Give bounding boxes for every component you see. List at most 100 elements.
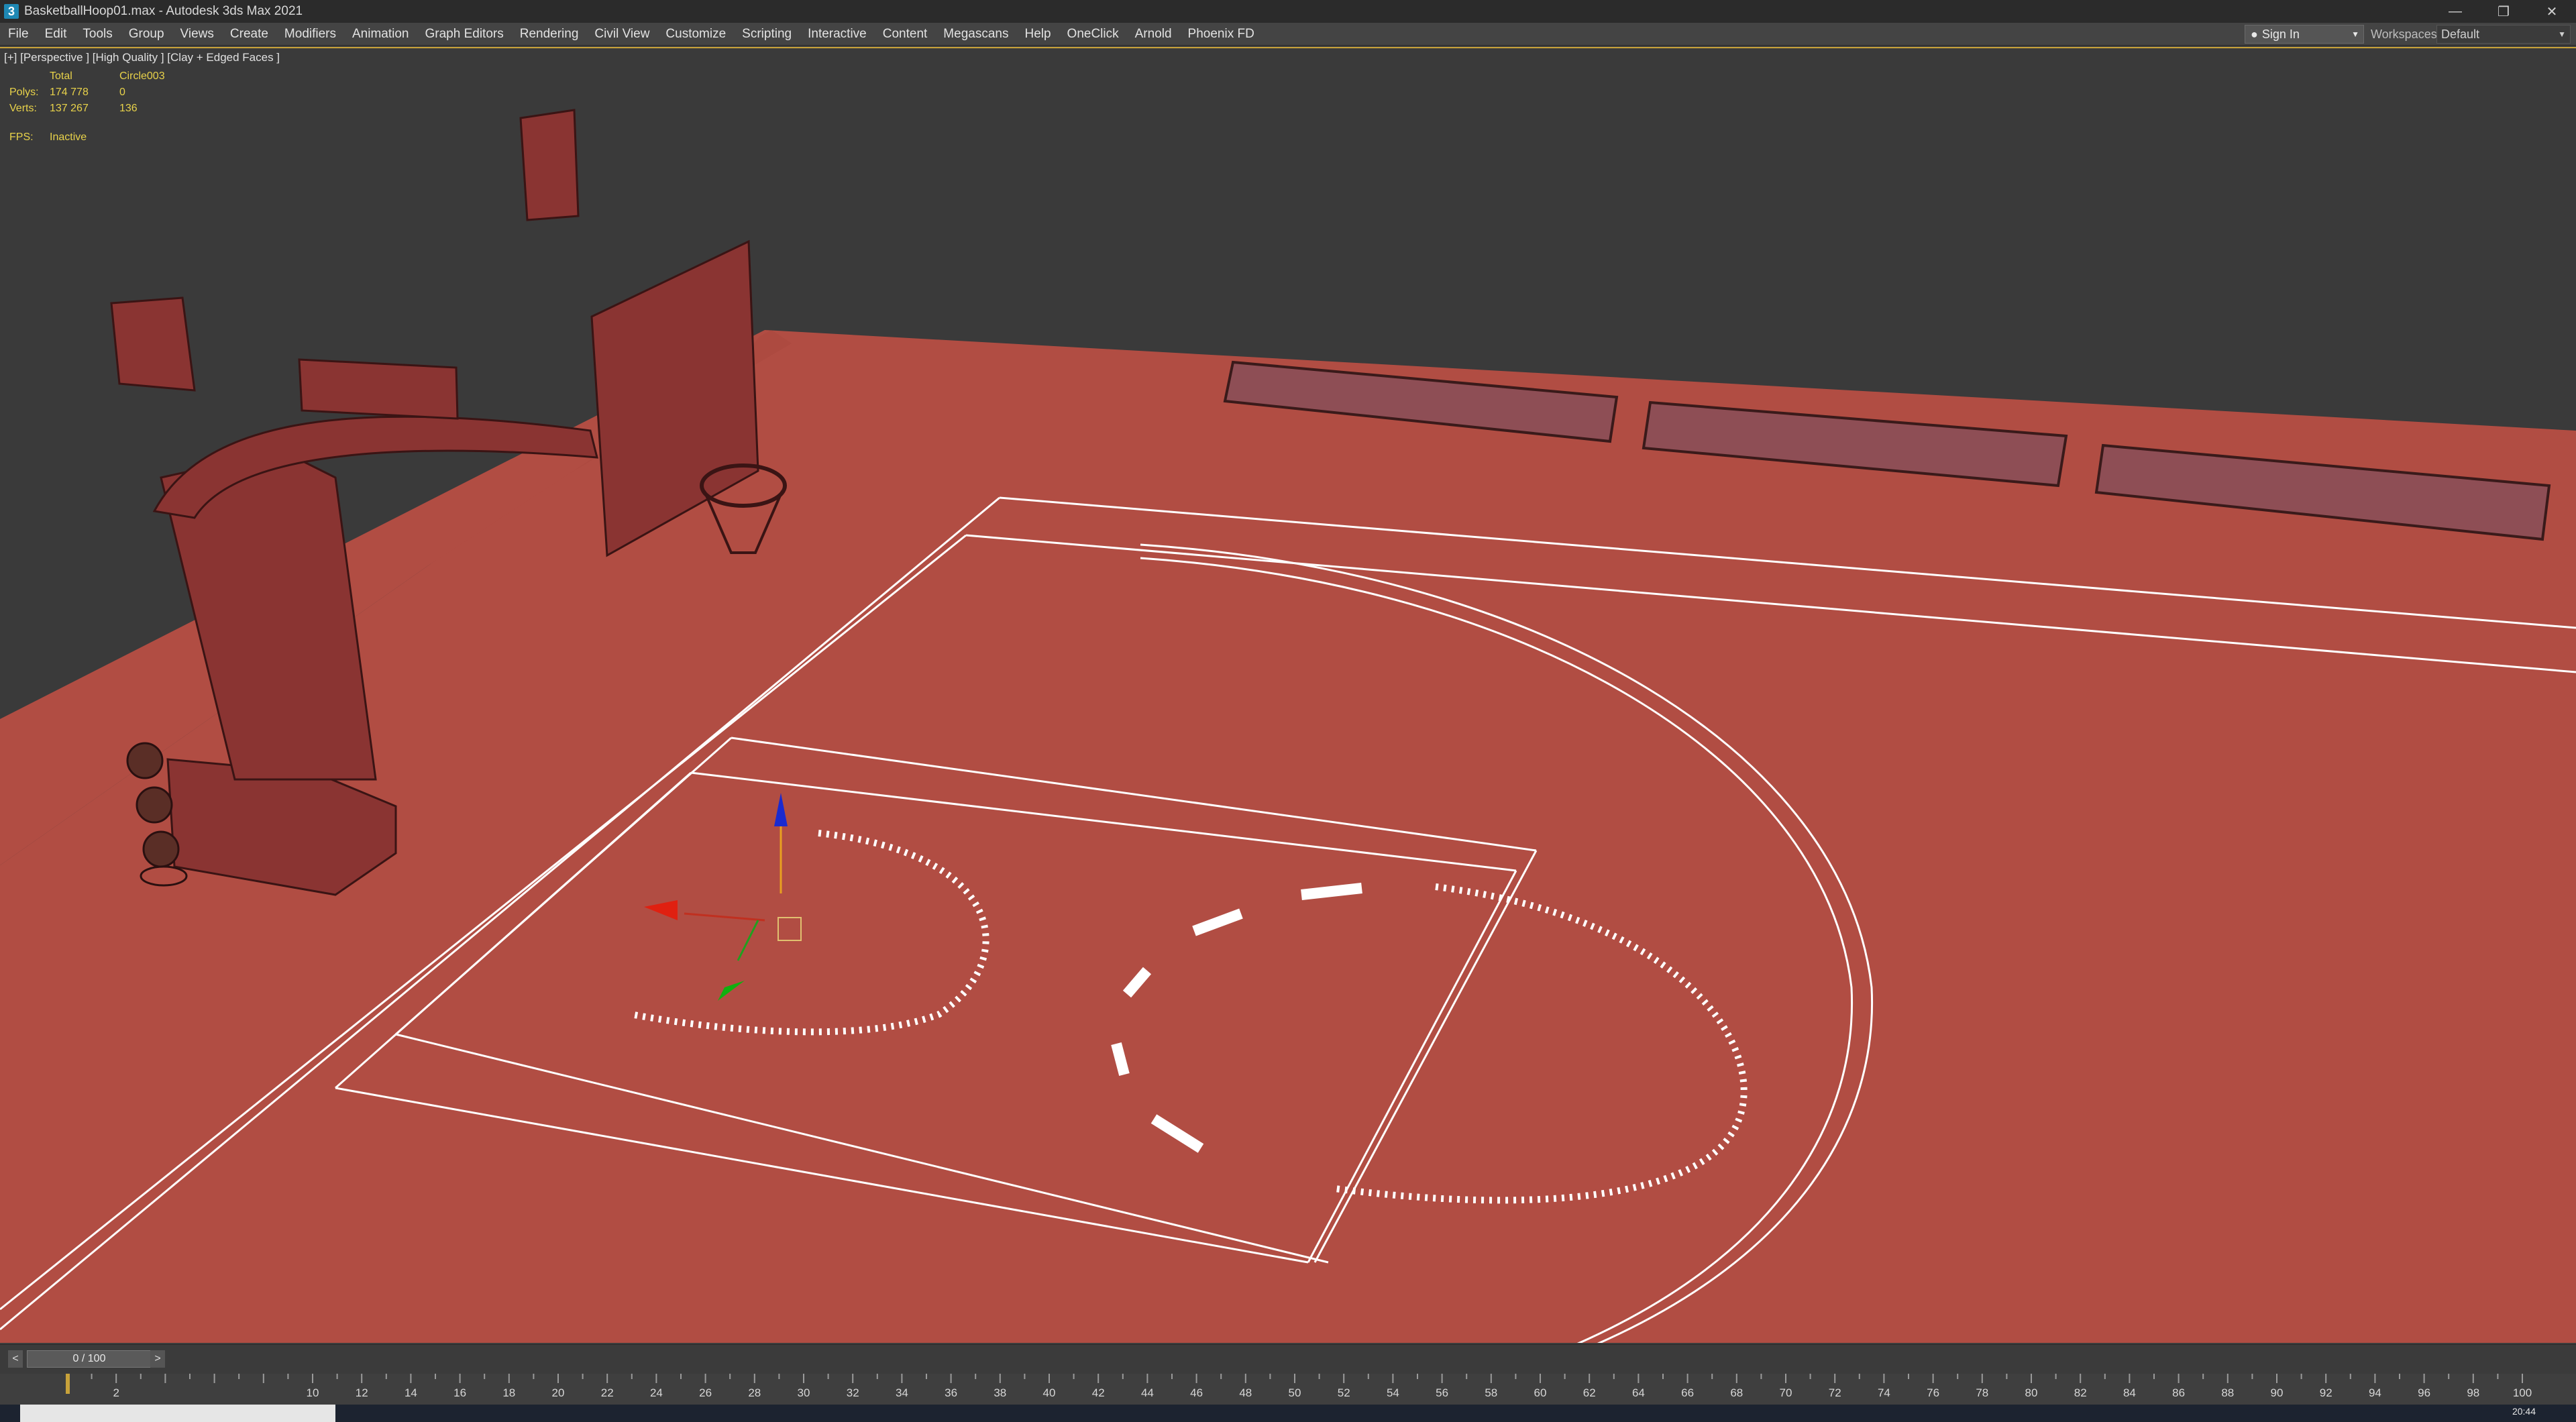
stats-total-header: Total xyxy=(50,70,72,82)
user-icon: ● xyxy=(2251,27,2258,41)
menu-rendering[interactable]: Rendering xyxy=(512,23,587,46)
menu-create[interactable]: Create xyxy=(222,23,276,46)
light-panel-2 xyxy=(519,109,580,221)
fps-value: Inactive xyxy=(50,131,87,143)
verts-total: 137 267 xyxy=(50,103,89,114)
menu-graph-editors[interactable]: Graph Editors xyxy=(417,23,512,46)
track-tick-label: 32 xyxy=(847,1386,859,1399)
previous-frame-button[interactable]: < xyxy=(8,1350,23,1368)
menu-phoenix-fd[interactable]: Phoenix FD xyxy=(1180,23,1263,46)
track-tick-label: 78 xyxy=(1976,1386,1988,1399)
windows-taskbar: 20:44 xyxy=(0,1405,2576,1422)
polys-object: 0 xyxy=(119,87,125,98)
taskbar-clock: 20:44 xyxy=(2512,1406,2536,1417)
track-tick-label: 86 xyxy=(2172,1386,2185,1399)
polys-label: Polys: xyxy=(9,87,39,98)
track-tick-label: 26 xyxy=(699,1386,712,1399)
track-tick-label: 50 xyxy=(1289,1386,1301,1399)
menu-edit[interactable]: Edit xyxy=(37,23,75,46)
menu-interactive[interactable]: Interactive xyxy=(800,23,875,46)
menu-arnold[interactable]: Arnold xyxy=(1127,23,1180,46)
stats-object-header: Circle003 xyxy=(119,70,165,82)
app-icon[interactable]: 3 xyxy=(4,4,19,19)
time-slider[interactable]: < 0 / 100 > xyxy=(0,1344,2576,1374)
track-tick-label: 90 xyxy=(2271,1386,2284,1399)
sign-in-label: Sign In xyxy=(2261,27,2300,41)
menu-file[interactable]: File xyxy=(0,23,37,46)
stats-polys-row: Polys: 174 778 0 xyxy=(9,85,180,101)
viewport-label[interactable]: [+] [Perspective ] [High Quality ] [Clay… xyxy=(4,51,280,64)
workspaces-value: Default xyxy=(2441,28,2480,41)
workspaces-select[interactable]: Default ▼ xyxy=(2436,25,2571,44)
menu-content[interactable]: Content xyxy=(875,23,936,46)
window-controls: — ❐ ✕ xyxy=(2431,0,2576,23)
menu-animation[interactable]: Animation xyxy=(344,23,417,46)
track-tick-label: 14 xyxy=(405,1386,417,1399)
track-bar-ruler[interactable]: 2 10 12 14 16 18 20 22 24 26 28 30 32 34 36 38 40 42 44 46 4… xyxy=(0,1374,2576,1405)
track-tick-label: 12 xyxy=(356,1386,368,1399)
fps-label: FPS: xyxy=(9,131,34,143)
close-button[interactable]: ✕ xyxy=(2528,0,2576,23)
scene-render[interactable] xyxy=(0,48,2576,1343)
title-bar: 3 BasketballHoop01.max - Autodesk 3ds Ma… xyxy=(0,0,2576,23)
menu-scripting[interactable]: Scripting xyxy=(734,23,800,46)
polys-total: 174 778 xyxy=(50,87,89,98)
restore-button[interactable]: ❐ xyxy=(2479,0,2528,23)
track-tick-label: 2 xyxy=(113,1386,119,1399)
track-tick-label: 92 xyxy=(2320,1386,2332,1399)
track-tick-label: 36 xyxy=(945,1386,957,1399)
track-tick-label: 84 xyxy=(2123,1386,2136,1399)
track-tick-label: 94 xyxy=(2369,1386,2381,1399)
light-panel-1 xyxy=(110,296,196,392)
menu-views[interactable]: Views xyxy=(172,23,222,46)
verts-label: Verts: xyxy=(9,103,37,114)
verts-object: 136 xyxy=(119,103,138,114)
current-frame-marker[interactable] xyxy=(66,1374,70,1394)
menu-tools[interactable]: Tools xyxy=(74,23,120,46)
track-tick-label: 56 xyxy=(1436,1386,1448,1399)
track-tick-label: 18 xyxy=(502,1386,515,1399)
track-tick-label: 98 xyxy=(2467,1386,2479,1399)
track-tick-label: 22 xyxy=(601,1386,614,1399)
track-tick-label: 16 xyxy=(453,1386,466,1399)
stats-header-row: Total Circle003 xyxy=(9,68,180,85)
viewport-statistics: Total Circle003 Polys: 174 778 0 Verts: … xyxy=(9,68,180,117)
window-title: BasketballHoop01.max - Autodesk 3ds Max … xyxy=(24,4,303,18)
track-tick-label: 48 xyxy=(1239,1386,1252,1399)
track-tick-label: 46 xyxy=(1190,1386,1203,1399)
perspective-viewport[interactable]: [+] [Perspective ] [High Quality ] [Clay… xyxy=(0,47,2576,1343)
track-tick-label: 58 xyxy=(1485,1386,1497,1399)
track-tick-label: 20 xyxy=(552,1386,565,1399)
menu-civil-view[interactable]: Civil View xyxy=(586,23,657,46)
sign-in-dropdown[interactable]: ● Sign In ▼ xyxy=(2245,25,2364,44)
track-tick-label: 60 xyxy=(1534,1386,1547,1399)
track-bar[interactable]: 2 10 12 14 16 18 20 22 24 26 28 30 32 34 36 38 40 42 44 46 4… xyxy=(0,1374,2576,1405)
track-tick-label: 24 xyxy=(650,1386,663,1399)
track-tick-label: 38 xyxy=(994,1386,1006,1399)
menu-help[interactable]: Help xyxy=(1016,23,1059,46)
time-slider-thumb[interactable]: 0 / 100 xyxy=(27,1350,152,1368)
track-tick-label: 82 xyxy=(2074,1386,2087,1399)
minimize-button[interactable]: — xyxy=(2431,0,2479,23)
track-tick-label: 44 xyxy=(1141,1386,1154,1399)
track-tick-label: 76 xyxy=(1927,1386,1939,1399)
menu-customize[interactable]: Customize xyxy=(657,23,734,46)
chevron-down-icon: ▼ xyxy=(2351,30,2359,39)
track-tick-label: 70 xyxy=(1780,1386,1792,1399)
menu-group[interactable]: Group xyxy=(121,23,172,46)
track-tick-label: 54 xyxy=(1387,1386,1399,1399)
next-frame-button[interactable]: > xyxy=(150,1350,165,1368)
menu-modifiers[interactable]: Modifiers xyxy=(276,23,344,46)
track-tick-label: 100 xyxy=(2513,1386,2532,1399)
taskbar-window-preview[interactable] xyxy=(20,1405,335,1422)
track-tick-label: 66 xyxy=(1681,1386,1694,1399)
menu-oneclick[interactable]: OneClick xyxy=(1059,23,1127,46)
track-tick-label: 80 xyxy=(2025,1386,2038,1399)
light-panel-3 xyxy=(298,358,459,420)
menu-megascans[interactable]: Megascans xyxy=(935,23,1016,46)
track-tick-label: 30 xyxy=(798,1386,810,1399)
track-tick-label: 28 xyxy=(748,1386,761,1399)
track-tick-label: 42 xyxy=(1092,1386,1105,1399)
track-tick-label: 10 xyxy=(307,1386,319,1399)
track-tick-label: 68 xyxy=(1730,1386,1743,1399)
